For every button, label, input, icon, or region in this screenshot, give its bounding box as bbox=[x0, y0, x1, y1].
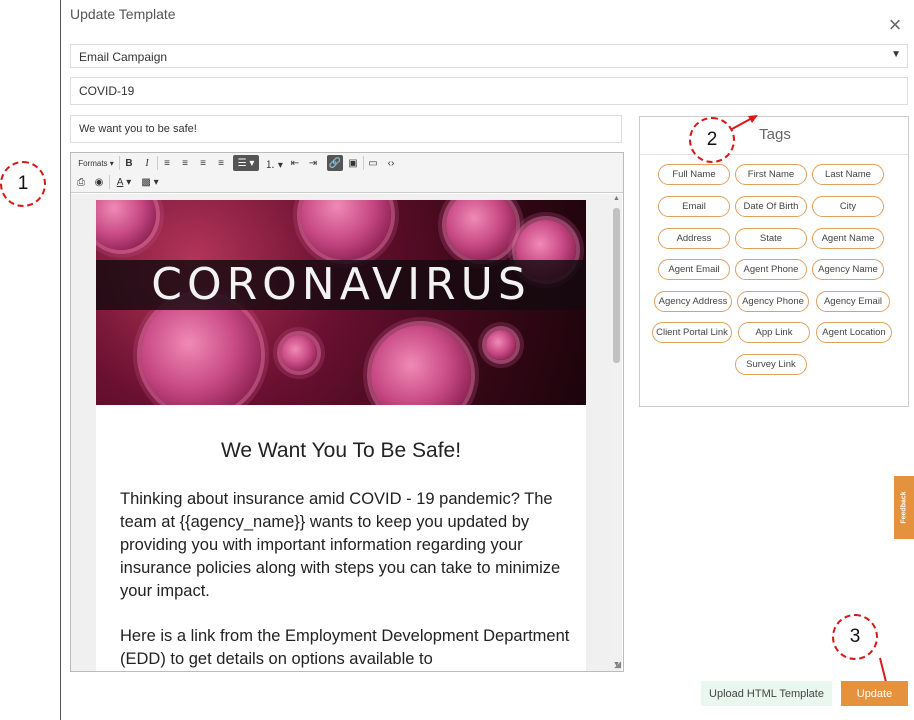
scroll-thumb[interactable] bbox=[613, 208, 620, 363]
print-icon[interactable]: ⎙ bbox=[75, 174, 87, 190]
align-left-icon[interactable]: ≡ bbox=[161, 155, 173, 171]
link-icon[interactable]: 🔗 bbox=[327, 155, 343, 171]
align-justify-icon[interactable]: ≡ bbox=[215, 155, 227, 171]
resize-handle-icon[interactable]: ◢ bbox=[614, 659, 621, 670]
email-body-card: We Want You To Be Safe! Thinking about i… bbox=[96, 405, 586, 671]
annotation-marker-2: 2 bbox=[689, 117, 735, 163]
source-code-icon[interactable]: ‹› bbox=[385, 155, 397, 171]
scroll-up-icon[interactable]: ▲ bbox=[612, 195, 621, 202]
tag-agent-location[interactable]: Agent Location bbox=[816, 322, 892, 343]
tag-agent-name[interactable]: Agent Name bbox=[812, 228, 884, 249]
rich-text-editor: Formats ▾ B I ≡ ≡ ≡ ≡ ☰ ▾ ⒈ ▾ ⇤ ⇥ 🔗 ▣ ▭ … bbox=[70, 152, 624, 672]
toolbar-separator bbox=[157, 156, 158, 170]
virus-graphic bbox=[96, 200, 156, 250]
email-paragraph: Here is a link from the Employment Devel… bbox=[120, 627, 570, 668]
tag-first-name[interactable]: First Name bbox=[735, 164, 807, 185]
bullet-list-icon[interactable]: ☰ ▾ bbox=[233, 155, 259, 171]
preview-icon[interactable]: ◉ bbox=[93, 174, 105, 190]
italic-button[interactable]: I bbox=[141, 155, 153, 171]
align-right-icon[interactable]: ≡ bbox=[197, 155, 209, 171]
tag-client-portal-link[interactable]: Client Portal Link bbox=[652, 322, 732, 343]
modal-title: Update Template bbox=[70, 6, 176, 22]
virus-graphic bbox=[446, 200, 516, 260]
editor-scrollbar[interactable]: ▲ ▼ bbox=[611, 194, 622, 671]
outdent-icon[interactable]: ⇤ bbox=[289, 155, 301, 171]
toolbar-separator bbox=[363, 156, 364, 170]
numbered-list-icon[interactable]: ⒈ ▾ bbox=[263, 155, 285, 171]
dropdown-caret-icon: ▼ bbox=[891, 49, 901, 60]
background-color-icon[interactable]: ▩ ▾ bbox=[139, 174, 161, 190]
feedback-label: Feedback bbox=[900, 491, 908, 524]
template-name-input[interactable]: COVID-19 bbox=[70, 77, 908, 105]
align-center-icon[interactable]: ≡ bbox=[179, 155, 191, 171]
email-paragraph: Thinking about insurance amid COVID - 19… bbox=[120, 490, 561, 600]
virus-graphic bbox=[301, 200, 391, 260]
toolbar-separator bbox=[109, 175, 110, 189]
tag-address[interactable]: Address bbox=[658, 228, 730, 249]
tag-date-of-birth[interactable]: Date Of Birth bbox=[735, 196, 807, 217]
tag-full-name[interactable]: Full Name bbox=[658, 164, 730, 185]
indent-icon[interactable]: ⇥ bbox=[307, 155, 319, 171]
subject-input[interactable]: We want you to be safe! bbox=[70, 115, 622, 143]
bold-button[interactable]: B bbox=[123, 155, 135, 171]
editor-content-area[interactable]: CORONAVIRUS We Want You To Be Safe! Thin… bbox=[71, 194, 611, 671]
tag-city[interactable]: City bbox=[812, 196, 884, 217]
annotation-marker-1: 1 bbox=[0, 161, 46, 207]
tag-agent-phone[interactable]: Agent Phone bbox=[735, 259, 807, 280]
background-page-strip bbox=[0, 0, 61, 720]
update-button[interactable]: Update bbox=[841, 681, 908, 706]
text-color-icon[interactable]: A ▾ bbox=[113, 174, 135, 190]
formats-label: Formats bbox=[78, 158, 108, 168]
feedback-tab[interactable]: Feedback bbox=[894, 476, 914, 539]
banner-title: CORONAVIRUS bbox=[151, 259, 531, 310]
virus-graphic bbox=[281, 335, 317, 371]
close-icon[interactable]: × bbox=[884, 14, 906, 36]
tag-app-link[interactable]: App Link bbox=[738, 322, 810, 343]
tag-agency-address[interactable]: Agency Address bbox=[654, 291, 732, 312]
text-color-label: A bbox=[116, 176, 124, 188]
media-icon[interactable]: ▭ bbox=[367, 155, 379, 171]
email-heading: We Want You To Be Safe! bbox=[220, 439, 462, 462]
tag-agency-phone[interactable]: Agency Phone bbox=[737, 291, 809, 312]
tag-email[interactable]: Email bbox=[658, 196, 730, 217]
editor-toolbar: Formats ▾ B I ≡ ≡ ≡ ≡ ☰ ▾ ⒈ ▾ ⇤ ⇥ 🔗 ▣ ▭ … bbox=[71, 153, 623, 193]
tag-agency-email[interactable]: Agency Email bbox=[816, 291, 890, 312]
template-type-value: Email Campaign bbox=[79, 50, 168, 64]
tag-survey-link[interactable]: Survey Link bbox=[735, 354, 807, 375]
template-type-select[interactable]: Email Campaign ▼ bbox=[70, 44, 908, 68]
divider bbox=[640, 154, 908, 155]
tag-agent-email[interactable]: Agent Email bbox=[658, 259, 730, 280]
tag-state[interactable]: State bbox=[735, 228, 807, 249]
virus-graphic bbox=[486, 330, 516, 360]
upload-html-template-button[interactable]: Upload HTML Template bbox=[701, 681, 832, 706]
coronavirus-banner-image: CORONAVIRUS bbox=[96, 200, 586, 405]
tag-last-name[interactable]: Last Name bbox=[812, 164, 884, 185]
virus-graphic bbox=[371, 325, 471, 405]
tag-agency-name[interactable]: Agency Name bbox=[812, 259, 884, 280]
tags-panel: Tags Full Name First Name Last Name Emai… bbox=[639, 116, 909, 407]
image-icon[interactable]: ▣ bbox=[347, 155, 359, 171]
formats-dropdown[interactable]: Formats ▾ bbox=[75, 155, 117, 171]
toolbar-separator bbox=[119, 156, 120, 170]
annotation-marker-3: 3 bbox=[832, 614, 878, 660]
tags-title: Tags bbox=[759, 126, 791, 143]
